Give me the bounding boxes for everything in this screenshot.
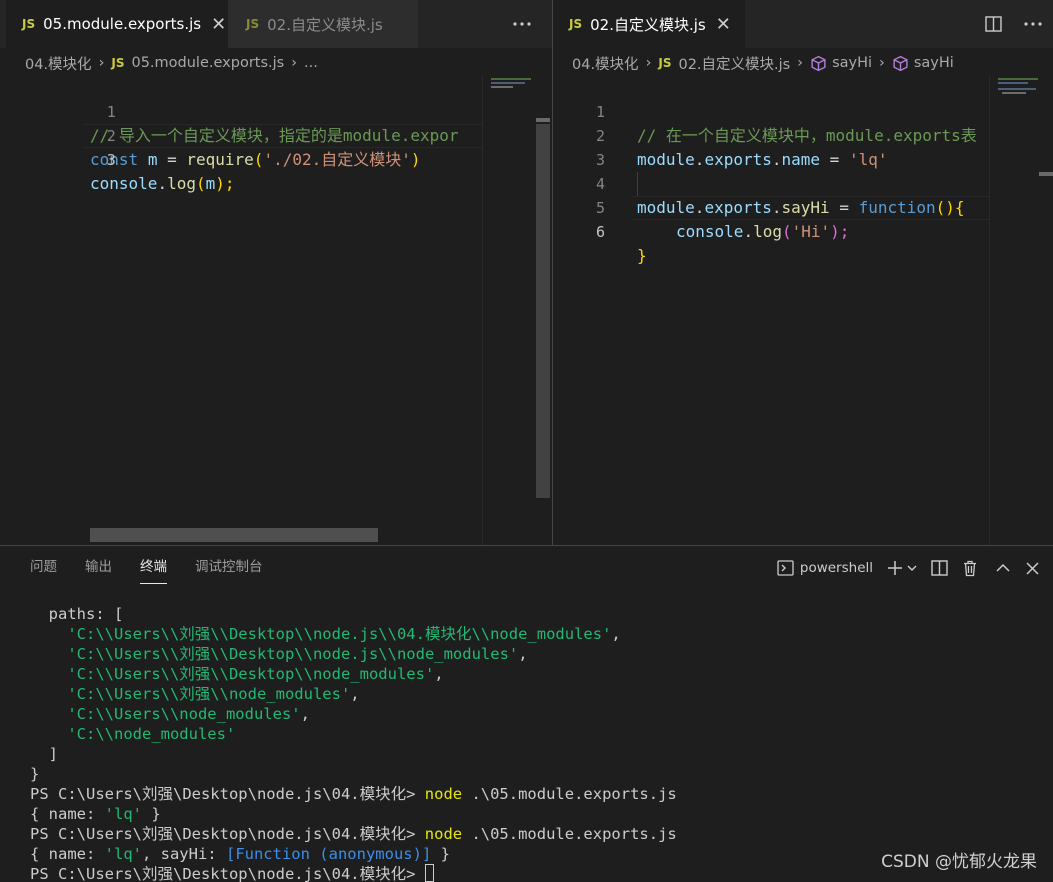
breadcrumb-file[interactable]: 02.自定义模块.js [678, 53, 790, 74]
tab-output[interactable]: 输出 [85, 558, 112, 584]
code-comment: // 在一个自定义模块中，module.exports表 [637, 126, 977, 145]
code-text: console.log(m); [90, 174, 235, 193]
js-file-icon: JS [569, 17, 583, 31]
editor-group-right: JS 02.自定义模块.js ✕ 04.模块化 › JS 02.自定义模块.js… [553, 0, 1053, 545]
tab-label: 02.自定义模块.js [267, 15, 383, 34]
scroll-thumb[interactable] [1039, 172, 1053, 176]
terminal-line: PS C:\Users\刘强\Desktop\node.js\04.模块化> n… [30, 825, 677, 843]
terminal-line: PS C:\Users\刘强\Desktop\node.js\04.模块化> n… [30, 785, 677, 803]
breadcrumb-left: 04.模块化 › JS 05.module.exports.js › ... [25, 50, 318, 76]
shell-selector[interactable]: powershell [800, 560, 873, 576]
tab-label: 05.module.exports.js [43, 15, 202, 33]
breadcrumb-folder[interactable]: 04.模块化 [572, 53, 639, 74]
scroll-thumb[interactable] [536, 118, 550, 122]
code-line: 1 // 在一个自定义模块中，module.exports表 [553, 76, 977, 145]
watermark: CSDN @忧郁火龙果 [881, 852, 1037, 872]
code-line: 6 } [553, 196, 647, 265]
terminal-line: 'C:\\Users\\刘强\\node_modules', [67, 685, 360, 703]
code-comment: // 导入一个自定义模块，指定的是module.expor [90, 126, 459, 145]
terminal-line: 'C:\\Users\\刘强\\Desktop\\node.js\\04.模块化… [67, 625, 621, 643]
editor-group-left: JS 05.module.exports.js ✕ JS 02.自定义模块.js… [0, 0, 552, 545]
line-number: 6 [595, 223, 605, 241]
chevron-right-icon: › [879, 55, 885, 71]
js-file-icon: JS [22, 17, 36, 31]
code-text: console.log('Hi'); [676, 222, 850, 241]
tab-problems[interactable]: 问题 [30, 558, 57, 584]
js-file-icon: JS [111, 56, 125, 70]
js-file-icon: JS [246, 17, 260, 31]
breadcrumb-file[interactable]: 05.module.exports.js [131, 55, 284, 71]
panel-tabs: 问题 输出 终端 调试控制台 [30, 558, 291, 584]
chevron-right-icon: › [645, 55, 652, 71]
tab-debug-console[interactable]: 调试控制台 [195, 558, 263, 584]
tab-label: 02.自定义模块.js [590, 15, 706, 34]
vertical-scrollbar-right[interactable] [1039, 76, 1053, 545]
code-line: 3 [553, 124, 611, 169]
more-actions-icon[interactable] [512, 0, 532, 48]
trash-icon[interactable] [962, 560, 978, 577]
terminal-line: { name: 'lq', sayHi: [Function (anonymou… [30, 845, 450, 863]
vertical-scrollbar-left[interactable] [536, 76, 550, 545]
close-panel-icon[interactable] [1026, 561, 1039, 575]
terminal-line: { name: 'lq' } [30, 805, 161, 823]
method-cube-icon [893, 55, 908, 71]
code-line: 2 module.exports.name = 'lq' [553, 100, 888, 169]
breadcrumb-symbol[interactable]: sayHi [832, 55, 872, 71]
terminal-line: 'C:\\Users\\刘强\\Desktop\\node.js\\node_m… [67, 645, 528, 663]
code-text: module.exports.sayHi = function(){ [637, 198, 965, 217]
close-icon[interactable]: ✕ [211, 14, 226, 35]
code-line: 4 module.exports.sayHi = function(){ [553, 148, 965, 217]
breadcrumb-ellipsis[interactable]: ... [304, 55, 318, 71]
code-text: module.exports.name = 'lq' [637, 150, 888, 169]
terminal-line: ] [30, 745, 58, 763]
code-text: const m = require('./02.自定义模块') [90, 150, 421, 169]
code-text: } [637, 246, 647, 265]
code-line: 2 const m = require('./02.自定义模块') [0, 100, 421, 169]
terminal-icon [777, 560, 794, 576]
horizontal-scrollbar-left[interactable] [90, 528, 378, 542]
terminal-line: PS C:\Users\刘强\Desktop\node.js\04.模块化> [30, 864, 677, 882]
breadcrumb-folder[interactable]: 04.模块化 [25, 53, 92, 74]
terminal-line: 'C:\\node_modules' [67, 725, 236, 743]
chevron-down-icon[interactable] [907, 564, 917, 572]
code-line: 3 console.log(m); [0, 124, 235, 193]
line-number: 2 [106, 127, 116, 145]
tab-bar-left: JS 05.module.exports.js ✕ JS 02.自定义模块.js [0, 0, 552, 48]
panel-actions: powershell [777, 554, 1039, 582]
scroll-track[interactable] [536, 124, 550, 498]
js-file-icon: JS [658, 56, 672, 70]
line-number: 1 [106, 103, 116, 121]
code-line: 1 // 导入一个自定义模块，指定的是module.expor [0, 76, 459, 145]
tab-02-custom-module-active[interactable]: JS 02.自定义模块.js ✕ [553, 0, 745, 48]
tab-05-module-exports[interactable]: JS 05.module.exports.js ✕ [6, 0, 228, 48]
line-number: 3 [106, 151, 116, 169]
method-cube-icon [811, 55, 826, 71]
chevron-right-icon: › [291, 55, 298, 71]
close-icon[interactable]: ✕ [716, 14, 731, 35]
split-editor-icon[interactable] [985, 0, 1002, 48]
terminal-line: 'C:\\Users\\刘强\\Desktop\\node_modules', [67, 665, 444, 683]
tab-02-custom-module[interactable]: JS 02.自定义模块.js [228, 0, 418, 48]
terminal-cursor [424, 864, 434, 882]
tab-terminal[interactable]: 终端 [140, 558, 167, 584]
terminal-line: paths: [ [30, 605, 124, 623]
chevron-right-icon: › [98, 55, 105, 71]
terminal-output[interactable]: paths: [ 'C:\\Users\\刘强\\Desktop\\node.j… [30, 604, 677, 882]
breadcrumb-right: 04.模块化 › JS 02.自定义模块.js › sayHi › sayHi [572, 50, 954, 76]
breadcrumb-symbol[interactable]: sayHi [914, 55, 954, 71]
terminal-line: } [30, 765, 40, 783]
chevron-right-icon: › [797, 55, 804, 71]
indent-guide [637, 172, 638, 196]
tab-bar-right: JS 02.自定义模块.js ✕ [553, 0, 1053, 48]
split-terminal-icon[interactable] [931, 560, 948, 576]
terminal-line: 'C:\\Users\\node_modules', [67, 705, 310, 723]
bottom-panel: 问题 输出 终端 调试控制台 powershell paths: [ 'C:\\… [0, 545, 1053, 882]
maximize-panel-icon[interactable] [996, 563, 1010, 573]
code-line: 5 console.log('Hi'); [553, 172, 849, 241]
more-actions-icon[interactable] [1023, 0, 1043, 48]
new-terminal-icon[interactable] [887, 560, 903, 576]
